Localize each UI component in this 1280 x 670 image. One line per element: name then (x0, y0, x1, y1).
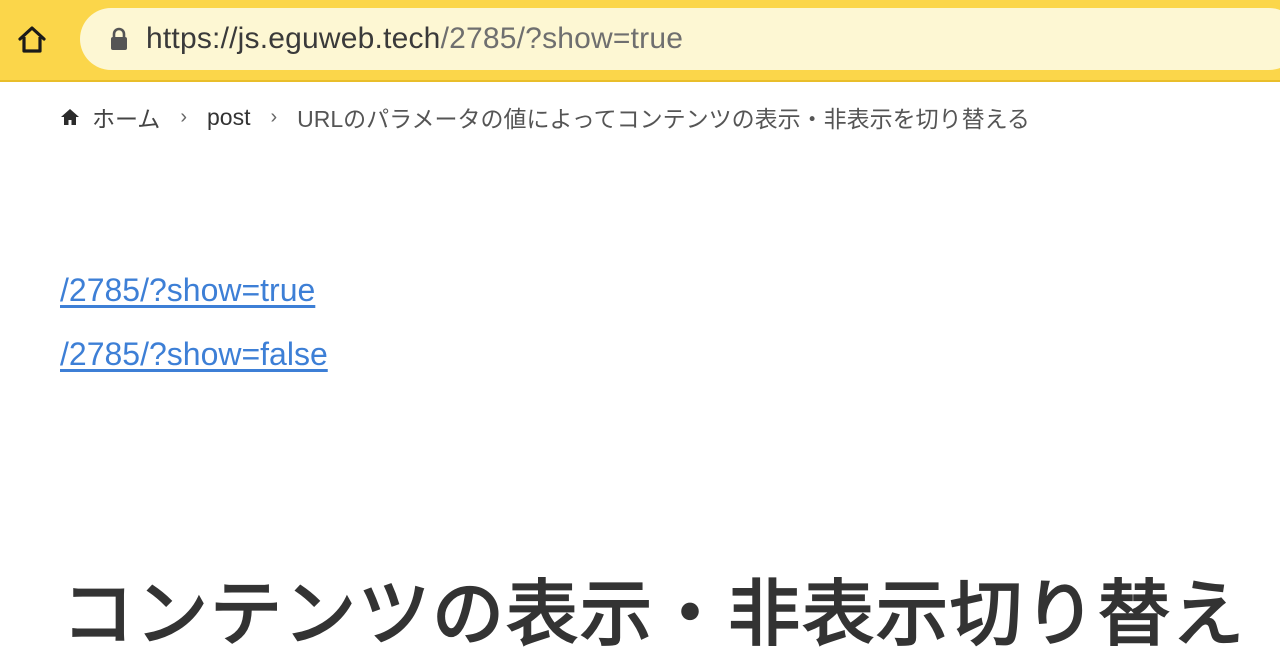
parameter-links: /2785/?show=true /2785/?show=false (60, 270, 328, 398)
breadcrumb: ホーム › post › URLのパラメータの値によってコンテンツの表示・非表示… (60, 100, 1030, 134)
show-false-link[interactable]: /2785/?show=false (60, 334, 328, 374)
home-icon (60, 106, 82, 128)
show-true-link[interactable]: /2785/?show=true (60, 270, 328, 310)
address-bar[interactable]: https://js.eguweb.tech/2785/?show=true (80, 8, 1280, 70)
breadcrumb-item-post[interactable]: post (207, 104, 250, 131)
browser-toolbar: https://js.eguweb.tech/2785/?show=true (0, 0, 1280, 82)
breadcrumb-current: URLのパラメータの値によってコンテンツの表示・非表示を切り替える (297, 106, 1030, 132)
home-button[interactable] (12, 20, 52, 60)
home-icon (18, 26, 46, 53)
breadcrumb-separator: › (270, 105, 278, 128)
url-path: /2785/?show=true (440, 22, 684, 55)
breadcrumb-home-label: ホーム (92, 106, 161, 132)
page-heading: コンテンツの表示・非表示切り替え (62, 575, 1247, 655)
url-host: https://js.eguweb.tech (146, 22, 441, 55)
url-text: https://js.eguweb.tech/2785/?show=true (146, 22, 683, 56)
breadcrumb-separator: › (180, 105, 187, 128)
breadcrumb-home[interactable]: ホーム (60, 100, 160, 134)
lock-icon (108, 26, 130, 52)
